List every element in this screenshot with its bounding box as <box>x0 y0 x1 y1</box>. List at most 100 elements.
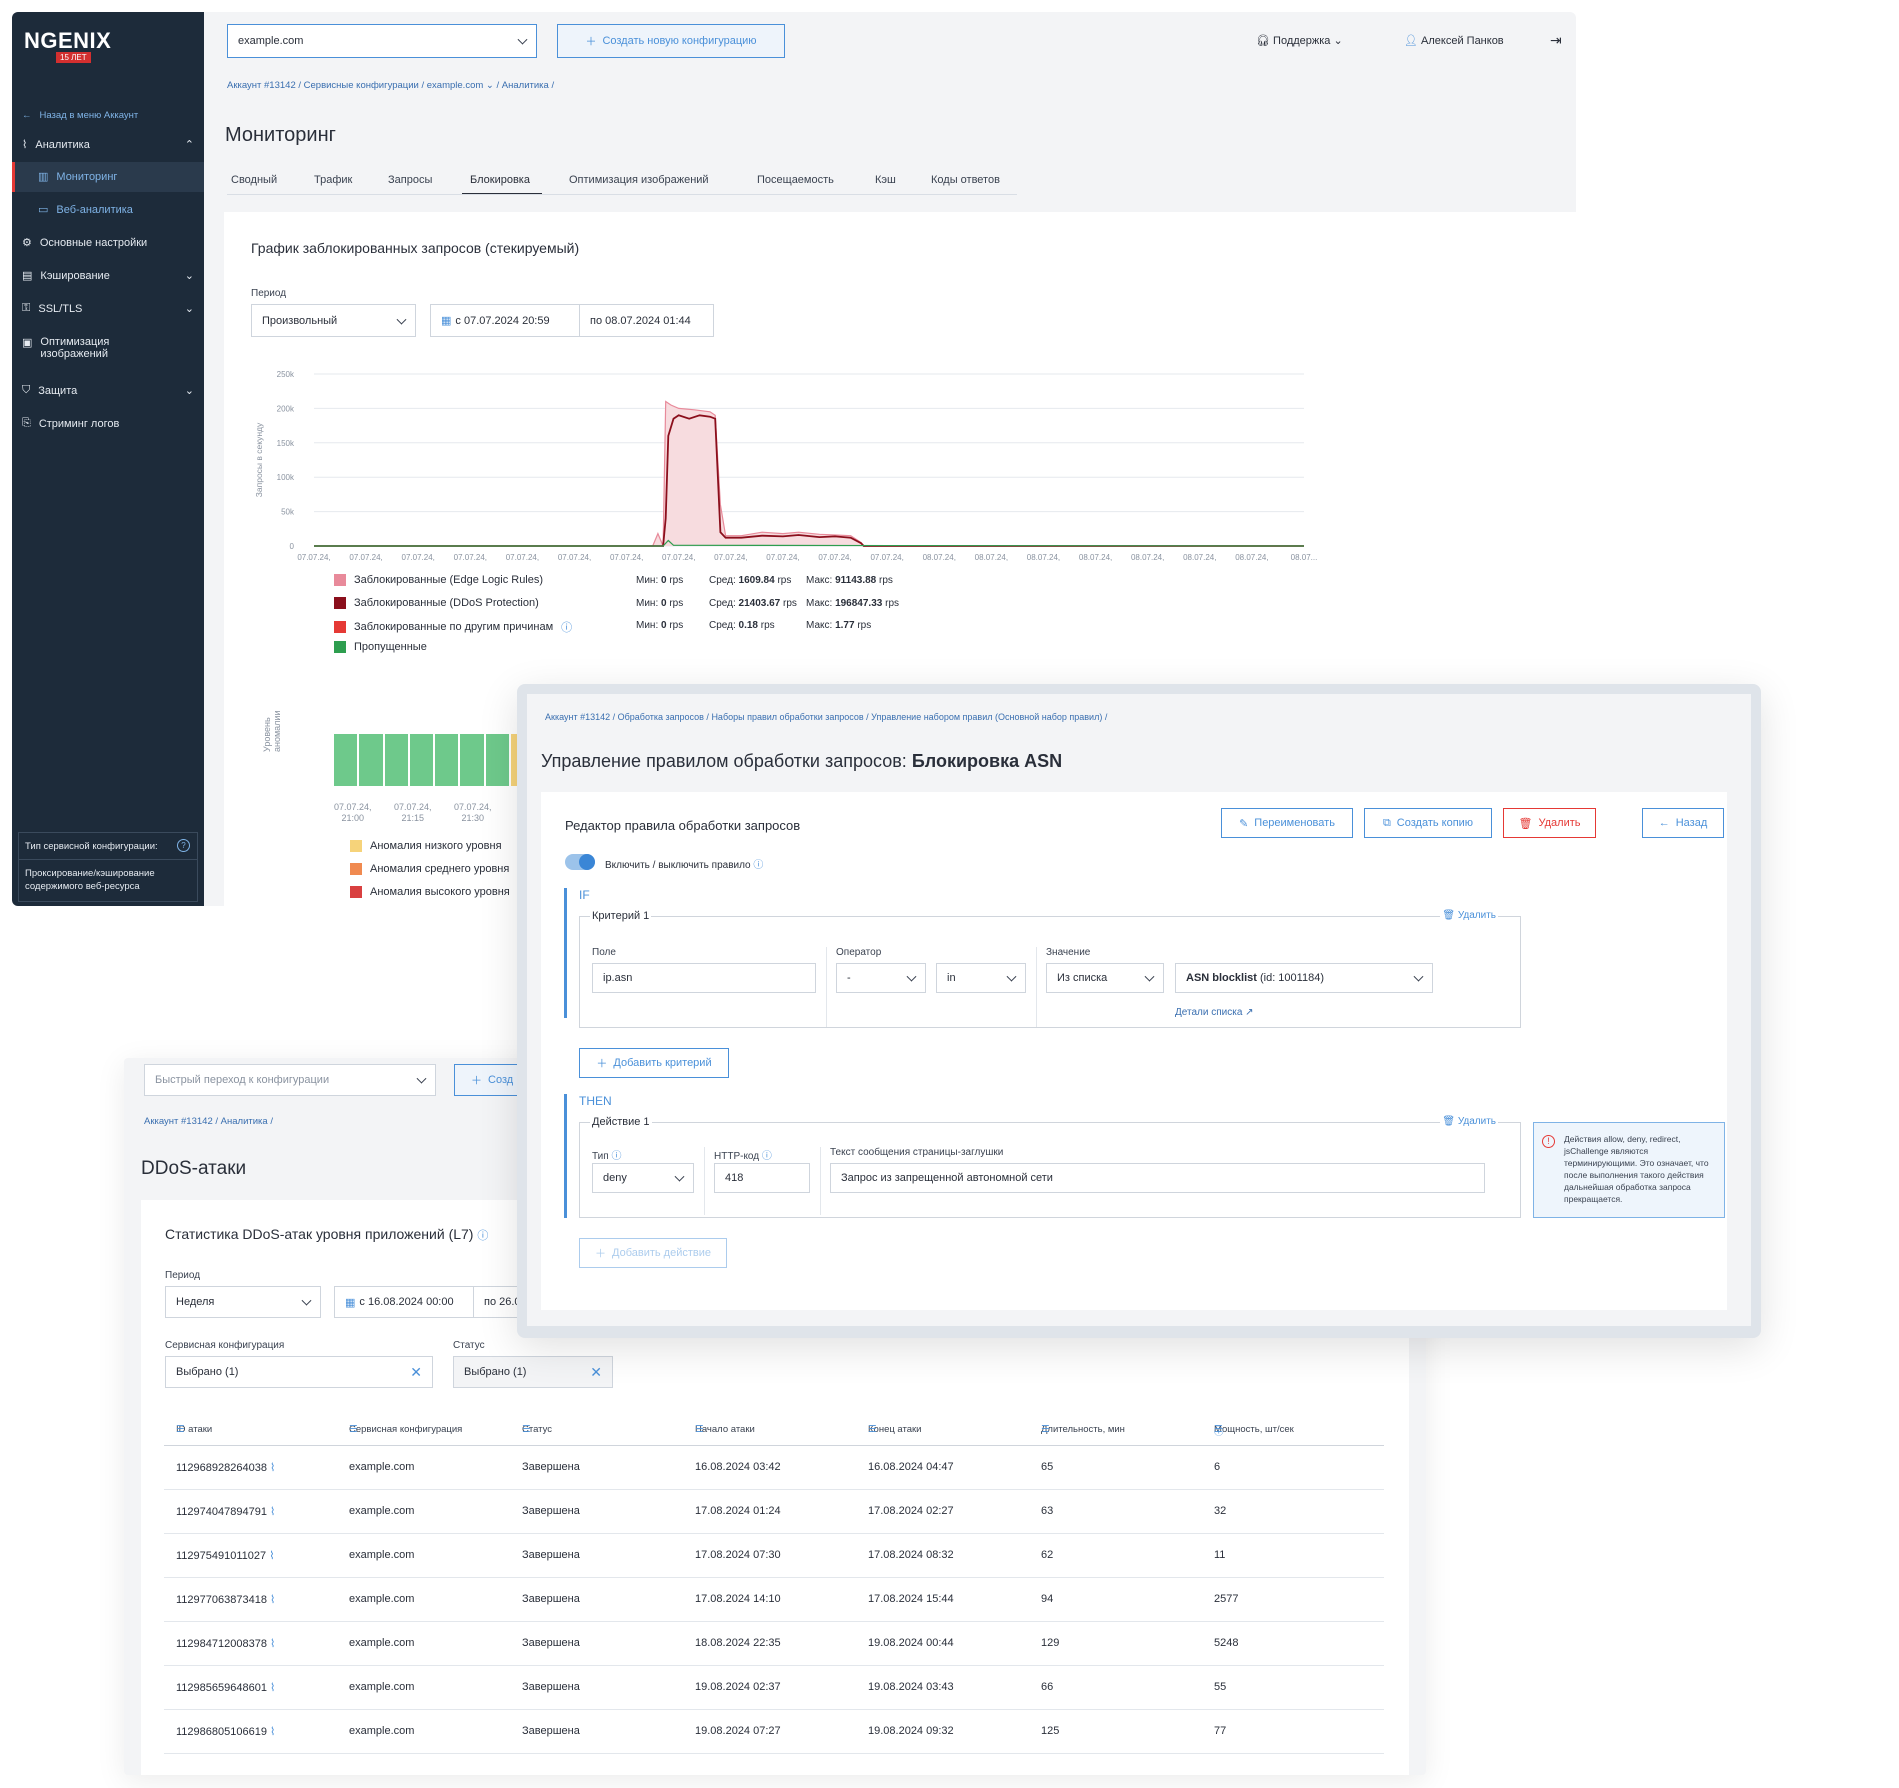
attack-id-cell[interactable]: 112974047894791 ⌇ <box>176 1505 275 1518</box>
table-row[interactable]: 112985659648601 ⌇ example.com Завершена 19.… <box>164 1666 1384 1710</box>
attack-id-cell[interactable]: 112984712008378 ⌇ <box>176 1637 275 1650</box>
ddos-date-from[interactable]: ▦ с 16.08.2024 00:00 <box>334 1286 474 1318</box>
operator-select[interactable]: in <box>936 963 1026 993</box>
value-source-select[interactable]: Из списка <box>1046 963 1164 993</box>
tab-requests[interactable]: Запросы <box>388 174 432 186</box>
tab-cache[interactable]: Кэш <box>875 174 896 186</box>
filter-icon[interactable]: ☰ <box>522 1424 531 1435</box>
support-menu[interactable]: 🎧︎ Поддержка ⌄ <box>1256 34 1343 47</box>
breadcrumb-configs[interactable]: Сервисные конфигурации <box>304 80 419 91</box>
chevron-down-icon <box>416 1073 427 1084</box>
table-row[interactable]: 112977063873418 ⌇ example.com Завершена 17.… <box>164 1578 1384 1622</box>
tab-response-codes[interactable]: Коды ответов <box>931 174 1000 186</box>
breadcrumb-account[interactable]: Аккаунт #13142 <box>227 80 296 91</box>
status-filter[interactable]: Выбрано (1) ✕ <box>453 1356 613 1388</box>
chart-line-icon[interactable]: ⌇ <box>267 1594 275 1606</box>
legend-item[interactable]: Пропущенные <box>334 641 427 653</box>
logout-icon[interactable]: ⇥ <box>1550 32 1562 49</box>
breadcrumb-rule-sets[interactable]: Наборы правил обработки запросов <box>711 712 863 722</box>
copy-button[interactable]: ⧉ Создать копию <box>1364 808 1492 838</box>
sidebar-item-log-streaming[interactable]: ⎘ Стриминг логов <box>22 417 119 430</box>
breadcrumb-request-processing[interactable]: Обработка запросов <box>618 712 704 722</box>
sidebar-item-monitoring-label[interactable]: ▥ Мониторинг <box>38 170 117 184</box>
sidebar-item-ssl[interactable]: ⚿ SSL/TLS ⌄ <box>22 302 194 315</box>
table-row[interactable]: 112984712008378 ⌇ example.com Завершена 18.… <box>164 1622 1384 1666</box>
sidebar-item-protection[interactable]: ⛉ Защита ⌄ <box>22 384 194 397</box>
list-details-link[interactable]: Детали списка ↗ <box>1175 1007 1254 1018</box>
legend-item[interactable]: Заблокированные (DDoS Protection) <box>334 597 539 609</box>
help-icon[interactable]: ⓘ <box>561 619 572 635</box>
sidebar-item-analytics[interactable]: ⌇ Аналитика ⌃ <box>22 138 194 152</box>
domain-select[interactable]: example.com <box>227 24 537 58</box>
table-row[interactable]: 112968928264038 ⌇ example.com Завершена 16.… <box>164 1446 1384 1490</box>
filter-icon[interactable]: ☰ <box>349 1424 358 1435</box>
breadcrumb-domain[interactable]: example.com <box>427 80 484 91</box>
user-menu[interactable]: 👤︎ Алексей Панков <box>1404 34 1504 47</box>
date-to-field[interactable]: по 08.07.2024 01:44 <box>579 304 714 337</box>
sidebar-back-link[interactable]: ← Назад в меню Аккаунт <box>22 110 138 121</box>
help-icon[interactable]: ⓘ <box>1214 1424 1224 1438</box>
attack-id-cell[interactable]: 112975491011027 ⌇ <box>176 1549 275 1562</box>
tab-blocking[interactable]: Блокировка <box>470 174 530 186</box>
sidebar-item-basic-settings[interactable]: ⚙ Основные настройки <box>22 236 147 250</box>
table-row[interactable]: 112975491011027 ⌇ example.com Завершена 17.… <box>164 1534 1384 1578</box>
table-row[interactable]: 112986805106619 ⌇ example.com Завершена 19.… <box>164 1710 1384 1754</box>
breadcrumb-account[interactable]: Аккаунт #13142 <box>545 712 610 722</box>
help-icon[interactable]: ⓘ <box>753 860 763 871</box>
filter-icon[interactable]: ☰ <box>1041 1424 1050 1435</box>
value-list-select[interactable]: ASN blocklist (id: 1001184) <box>1175 963 1433 993</box>
breadcrumb-analytics[interactable]: Аналитика <box>221 1116 268 1127</box>
rename-button[interactable]: ✎ Переименовать <box>1221 808 1353 838</box>
field-input[interactable]: ip.asn <box>592 963 816 993</box>
sidebar-item-web-analytics[interactable]: ▭ Веб-аналитика <box>38 203 133 217</box>
legend-item[interactable]: Заблокированные (Edge Logic Rules) <box>334 574 543 586</box>
breadcrumb-account[interactable]: Аккаунт #13142 <box>144 1116 213 1127</box>
add-criterion-button[interactable]: ＋ Добавить критерий <box>579 1048 729 1078</box>
help-icon[interactable]: ⓘ <box>611 1151 621 1162</box>
breadcrumb-rule-set[interactable]: Управление набором правил (Основной набо… <box>871 712 1102 722</box>
back-button[interactable]: ← Назад <box>1642 808 1724 838</box>
filter-icon[interactable]: ☰ <box>176 1424 185 1435</box>
period-select[interactable]: Произвольный <box>251 304 416 337</box>
tab-visits[interactable]: Посещаемость <box>757 174 834 186</box>
date-from-field[interactable]: ▦ с 07.07.2024 20:59 <box>430 304 580 337</box>
chart-line-icon[interactable]: ⌇ <box>267 1638 275 1650</box>
config-filter[interactable]: Выбрано (1) ✕ <box>165 1356 433 1388</box>
type-select[interactable]: deny <box>592 1163 694 1193</box>
help-icon[interactable]: ? <box>177 839 190 852</box>
attack-id-cell[interactable]: 112985659648601 ⌇ <box>176 1681 275 1694</box>
chart-line-icon[interactable]: ⌇ <box>267 1726 275 1738</box>
tab-traffic[interactable]: Трафик <box>314 174 352 186</box>
breadcrumb-analytics[interactable]: Аналитика <box>502 80 549 91</box>
message-input[interactable]: Запрос из запрещенной автономной сети <box>830 1163 1485 1193</box>
tab-summary[interactable]: Сводный <box>231 174 277 186</box>
attack-id-cell[interactable]: 112968928264038 ⌇ <box>176 1461 275 1474</box>
sidebar-item-caching[interactable]: ▤ Кэширование ⌄ <box>22 269 194 283</box>
create-config-button[interactable]: ＋ Создать новую конфигурацию <box>557 24 785 58</box>
delete-button[interactable]: 🗑︎ Удалить <box>1503 808 1596 838</box>
tab-image-optimization[interactable]: Оптимизация изображений <box>569 174 709 186</box>
legend-item[interactable]: Заблокированные по другим причинам ⓘ <box>334 619 572 635</box>
help-icon[interactable]: ⓘ <box>762 1151 772 1162</box>
filter-icon[interactable]: ☰ <box>868 1424 877 1435</box>
chart-line-icon[interactable]: ⌇ <box>267 1682 275 1694</box>
filter-icon[interactable]: ☰ <box>695 1424 704 1435</box>
criterion-delete[interactable]: 🗑︎ Удалить <box>1440 910 1498 921</box>
action-delete[interactable]: 🗑︎ Удалить <box>1440 1116 1498 1127</box>
sidebar-item-image-optimization[interactable]: ▣ Оптимизация изображений <box>22 336 109 360</box>
chart-line-icon[interactable]: ⌇ <box>266 1550 274 1562</box>
help-icon[interactable]: ⓘ <box>477 1230 488 1242</box>
chart-line-icon[interactable]: ⌇ <box>267 1462 275 1474</box>
quick-jump-select[interactable]: Быстрый переход к конфигурации <box>144 1064 436 1096</box>
attack-id-cell[interactable]: 112986805106619 ⌇ <box>176 1725 275 1738</box>
http-code-input[interactable]: 418 <box>714 1163 810 1193</box>
add-action-button[interactable]: ＋ Добавить действие <box>579 1238 727 1268</box>
close-icon[interactable]: ✕ <box>410 1364 422 1381</box>
rule-toggle[interactable] <box>565 854 595 870</box>
close-icon[interactable]: ✕ <box>590 1364 602 1381</box>
attack-id-cell[interactable]: 112977063873418 ⌇ <box>176 1593 275 1606</box>
operator-negation-select[interactable]: - <box>836 963 926 993</box>
table-row[interactable]: 112974047894791 ⌇ example.com Завершена 17.… <box>164 1490 1384 1534</box>
ddos-period-select[interactable]: Неделя <box>165 1286 321 1318</box>
chart-line-icon[interactable]: ⌇ <box>267 1506 275 1518</box>
